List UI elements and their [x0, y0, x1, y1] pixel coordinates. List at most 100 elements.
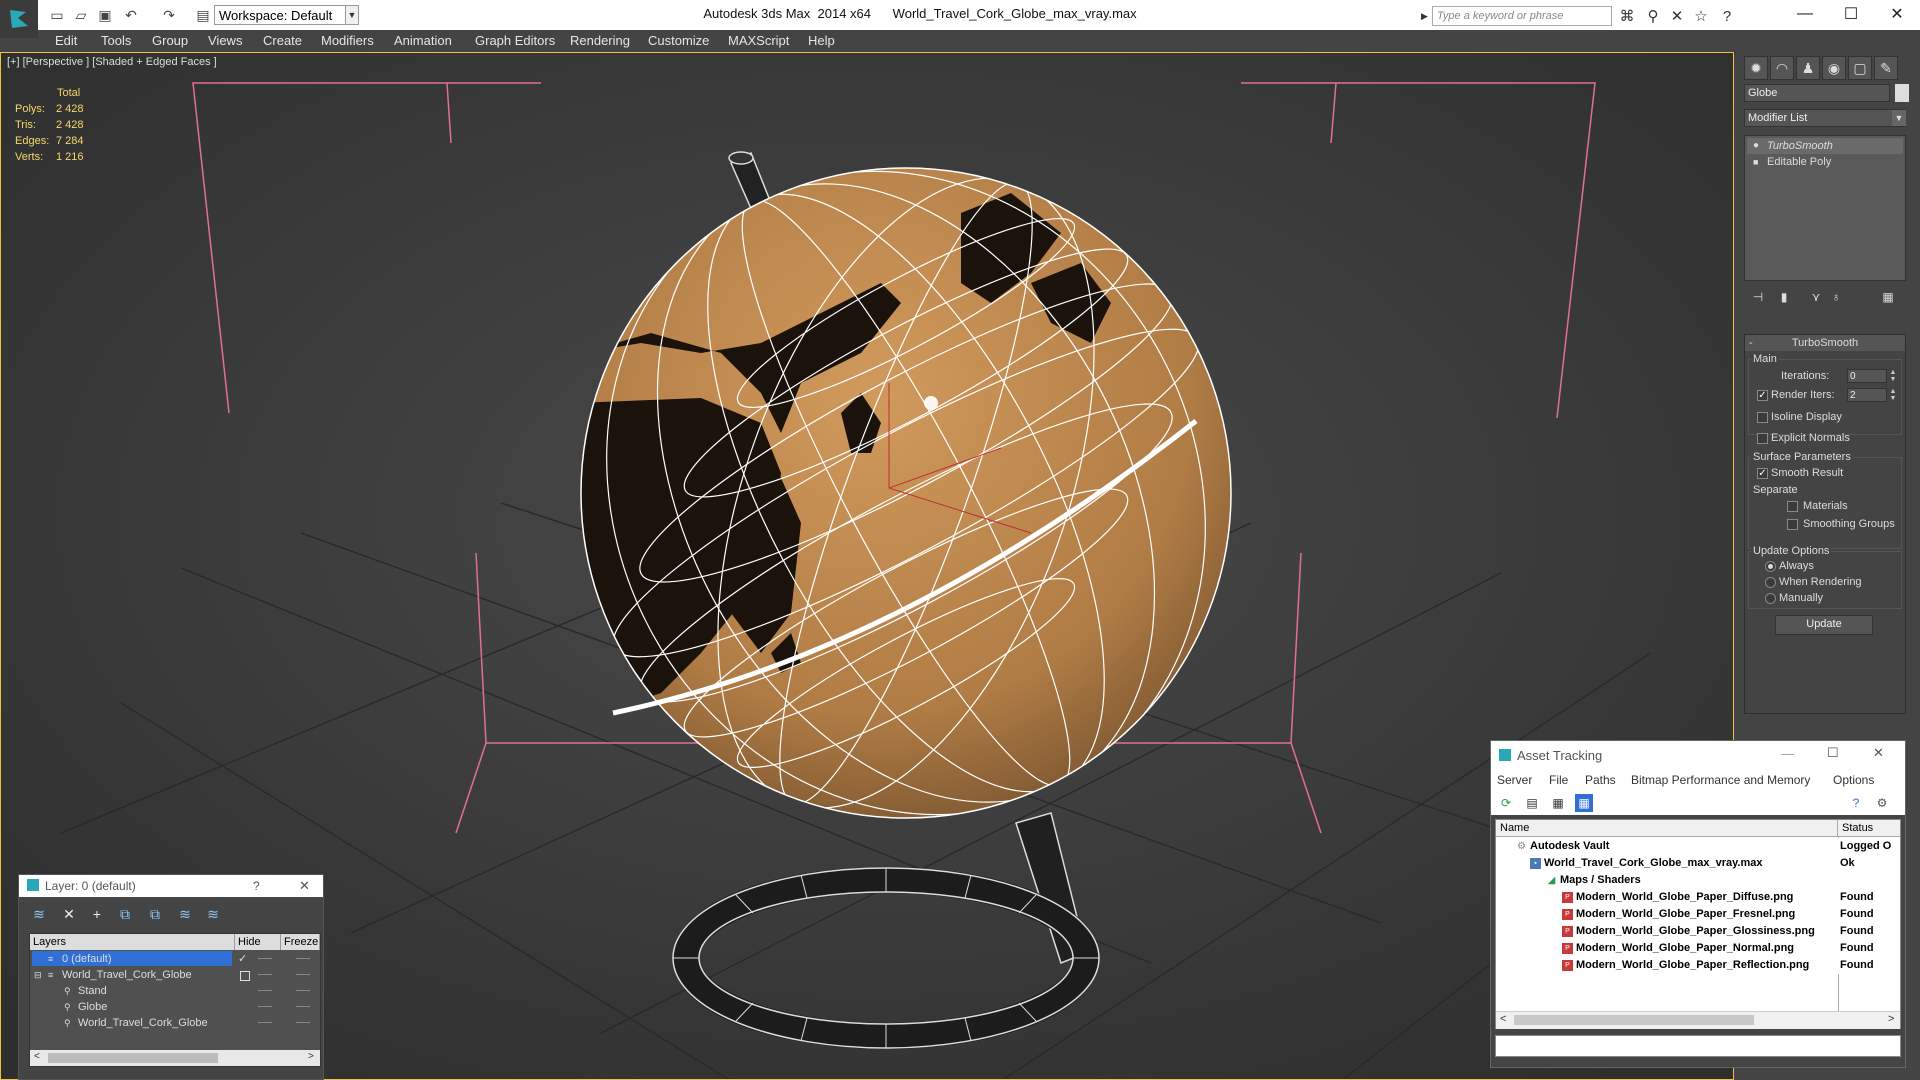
close-icon[interactable]: ✕: [1874, 0, 1920, 28]
horizontal-scrollbar[interactable]: < >: [1496, 1011, 1900, 1029]
menu-modifiers[interactable]: Modifiers: [321, 33, 374, 48]
expand-icon[interactable]: ■: [1753, 154, 1758, 170]
freeze-toggle[interactable]: [296, 958, 310, 959]
menu-group[interactable]: Group: [152, 33, 188, 48]
project-folder-icon[interactable]: ▤: [194, 6, 212, 24]
always-radio[interactable]: [1765, 561, 1776, 572]
maximize-icon[interactable]: ☐: [1827, 745, 1839, 761]
minimize-icon[interactable]: —: [1781, 746, 1794, 761]
make-unique-icon[interactable]: ⋎: [1806, 288, 1826, 306]
tree-view-icon[interactable]: ▦: [1549, 794, 1567, 812]
select-objects-icon[interactable]: ⧉: [115, 905, 135, 923]
spinner-arrows-icon[interactable]: ▲ ▼: [1889, 369, 1897, 383]
hide-toggle[interactable]: [258, 958, 272, 959]
chevron-left-icon[interactable]: <: [34, 1051, 40, 1062]
object-name-field[interactable]: Globe: [1744, 84, 1890, 102]
refresh-icon[interactable]: ⟳: [1497, 794, 1515, 812]
menu-customize[interactable]: Customize: [648, 33, 709, 48]
smoothing-groups-checkbox[interactable]: [1787, 519, 1798, 530]
freeze-toggle[interactable]: [296, 990, 310, 991]
update-button[interactable]: Update: [1775, 615, 1873, 635]
open-file-icon[interactable]: ▱: [72, 6, 90, 24]
subscription-icon[interactable]: ⚲: [1642, 6, 1664, 26]
lightbulb-icon[interactable]: ●: [1753, 138, 1759, 154]
layer-dialog-titlebar[interactable]: Layer: 0 (default) ? ✕: [19, 875, 323, 897]
menu-graph-editors[interactable]: Graph Editors: [475, 33, 555, 48]
table-row[interactable]: P Modern_World_Globe_Paper_Reflection.pn…: [1496, 957, 1900, 974]
add-to-layer-icon[interactable]: +: [87, 905, 107, 923]
freeze-toggle[interactable]: [296, 1006, 310, 1007]
display-tab-icon[interactable]: ▢: [1848, 56, 1872, 80]
menu-bitmap-performance[interactable]: Bitmap Performance and Memory: [1631, 773, 1810, 787]
chevron-right-icon[interactable]: >: [308, 1051, 314, 1062]
menu-views[interactable]: Views: [208, 33, 242, 48]
table-view-icon[interactable]: ▦: [1575, 794, 1593, 812]
menu-tools[interactable]: Tools: [101, 33, 131, 48]
asset-path-field[interactable]: [1495, 1035, 1901, 1057]
menu-create[interactable]: Create: [263, 33, 302, 48]
menu-edit[interactable]: Edit: [55, 33, 77, 48]
menu-paths[interactable]: Paths: [1585, 773, 1616, 787]
menu-options[interactable]: Options: [1833, 773, 1874, 787]
configure-sets-icon[interactable]: ▦: [1878, 288, 1898, 306]
motion-tab-icon[interactable]: ◉: [1822, 56, 1846, 80]
manually-radio[interactable]: [1765, 593, 1776, 604]
hide-toggle[interactable]: [258, 1022, 272, 1023]
menu-maxscript[interactable]: MAXScript: [728, 33, 789, 48]
stack-item-turbosmooth[interactable]: ● TurboSmooth: [1747, 138, 1903, 154]
workspace-select[interactable]: Workspace: Default: [214, 5, 354, 25]
spinner-arrows-icon[interactable]: ▲ ▼: [1889, 388, 1897, 402]
table-row[interactable]: ⚙ Autodesk Vault Logged O: [1496, 838, 1900, 855]
close-icon[interactable]: ✕: [1873, 745, 1884, 761]
chevron-right-icon[interactable]: >: [1888, 1013, 1894, 1025]
freeze-toggle[interactable]: [296, 1022, 310, 1023]
scrollbar-thumb[interactable]: [1514, 1015, 1754, 1025]
remove-modifier-icon[interactable]: ♁: [1826, 288, 1846, 306]
freeze-toggle[interactable]: [296, 974, 310, 975]
layer-row[interactable]: ⚲ Stand: [30, 983, 320, 999]
help-button[interactable]: ?: [253, 879, 260, 893]
table-row[interactable]: P Modern_World_Globe_Paper_Fresnel.png F…: [1496, 906, 1900, 923]
chevron-down-icon[interactable]: ▼: [1892, 110, 1906, 126]
communication-icon[interactable]: ✕: [1666, 6, 1688, 26]
modify-tab-icon[interactable]: ◠: [1770, 56, 1794, 80]
column-header-status[interactable]: Status: [1838, 820, 1900, 837]
undo-icon[interactable]: ↶: [122, 6, 140, 24]
layer-row[interactable]: ≡ 0 (default) ✓: [30, 951, 320, 967]
column-header-hide[interactable]: Hide: [235, 934, 281, 950]
menu-rendering[interactable]: Rendering: [570, 33, 630, 48]
modifier-list-select[interactable]: Modifier List: [1744, 109, 1906, 127]
help-icon[interactable]: ?: [1716, 6, 1738, 26]
close-icon[interactable]: ✕: [299, 878, 310, 894]
viewport-label[interactable]: [+] [Perspective ] [Shaded + Edged Faces…: [7, 56, 217, 68]
chevron-left-icon[interactable]: <: [1500, 1013, 1506, 1025]
search-input[interactable]: Type a keyword or phrase: [1432, 6, 1612, 26]
table-row[interactable]: P Modern_World_Globe_Paper_Normal.png Fo…: [1496, 940, 1900, 957]
scrollbar-thumb[interactable]: [48, 1053, 218, 1063]
horizontal-scrollbar[interactable]: < >: [30, 1050, 320, 1066]
render-iters-checkbox[interactable]: ✓: [1757, 390, 1768, 401]
layer-row[interactable]: ⚲ World_Travel_Cork_Globe: [30, 1015, 320, 1031]
iterations-spinner[interactable]: 0: [1847, 369, 1887, 383]
table-row[interactable]: P Modern_World_Globe_Paper_Diffuse.png F…: [1496, 889, 1900, 906]
when-rendering-radio[interactable]: [1765, 577, 1776, 588]
menu-animation[interactable]: Animation: [394, 33, 452, 48]
current-layer-box[interactable]: [240, 971, 250, 981]
layer-row[interactable]: ⊟ ≡ World_Travel_Cork_Globe: [30, 967, 320, 983]
minimize-icon[interactable]: —: [1782, 0, 1828, 28]
show-end-result-icon[interactable]: ▮: [1774, 288, 1794, 306]
highlight-layer-icon[interactable]: ⧉: [145, 905, 165, 923]
binoculars-icon[interactable]: ⌘: [1616, 6, 1638, 26]
list-view-icon[interactable]: ▤: [1523, 794, 1541, 812]
freeze-all-icon[interactable]: ≋: [203, 905, 223, 923]
create-layer-icon[interactable]: ≋: [29, 905, 49, 923]
redo-icon[interactable]: ↷: [160, 6, 178, 24]
stack-item-editable-poly[interactable]: ■ Editable Poly: [1747, 154, 1903, 170]
save-file-icon[interactable]: ▣: [96, 6, 114, 24]
materials-checkbox[interactable]: [1787, 501, 1798, 512]
help-icon[interactable]: ?: [1847, 794, 1865, 812]
rollout-header[interactable]: - TurboSmooth: [1745, 335, 1905, 351]
settings-icon[interactable]: ⚙: [1873, 794, 1891, 812]
delete-layer-icon[interactable]: ✕: [59, 905, 79, 923]
maximize-icon[interactable]: ☐: [1828, 0, 1874, 28]
